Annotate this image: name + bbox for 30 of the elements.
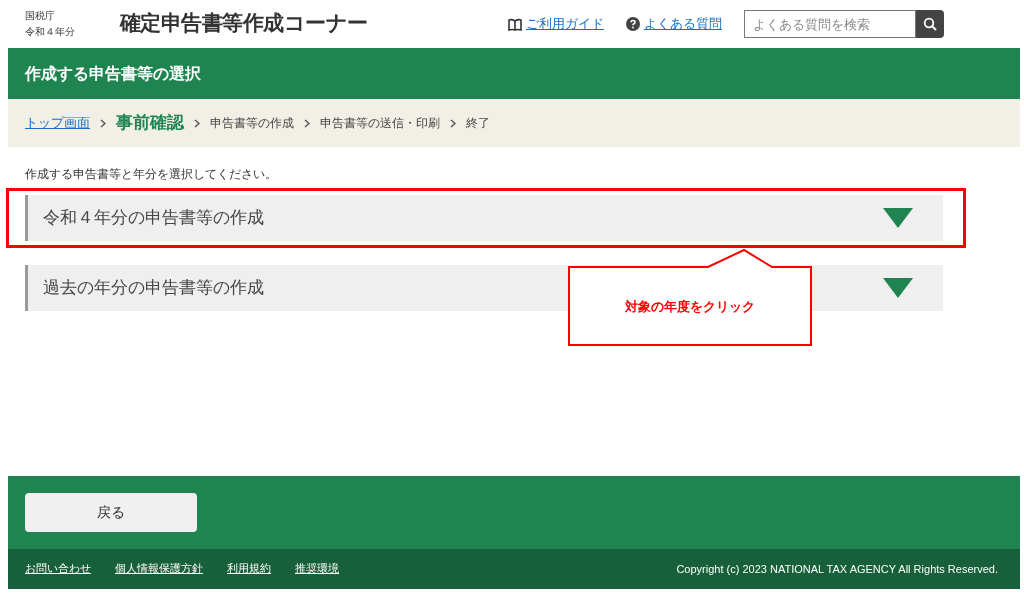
breadcrumb-link[interactable]: トップ画面 [25,113,90,133]
footer-link[interactable]: お問い合わせ [25,560,91,578]
breadcrumb-step: 事前確認 [116,110,184,136]
footer-link[interactable]: 個人情報保護方針 [115,560,203,578]
question-icon [626,17,640,31]
footer-link[interactable]: 利用規約 [227,560,271,578]
book-icon [508,17,522,31]
copyright-text: Copyright (c) 2023 NATIONAL TAX AGENCY All Rights Reserved. [676,561,998,577]
caret-icon [883,208,913,228]
instruction-text: 作成する申告書等と年分を選択してください。 [25,166,278,183]
breadcrumb-step: 申告書等の送信・印刷 [320,114,440,132]
accordion-header[interactable]: 令和４年分の申告書等の作成 [25,195,943,241]
search-icon [923,17,937,31]
back-button[interactable]: 戻る [25,493,197,532]
header-link[interactable]: よくある質問 [644,14,722,34]
tax-year: 令和４年分 [25,25,76,39]
header-link[interactable]: ご利用ガイド [526,14,604,34]
footer-link[interactable]: 推奨環境 [295,560,339,578]
breadcrumb-step: 申告書等の作成 [210,114,294,132]
search-field[interactable]: よくある質問を検索 [744,10,916,38]
chevron-icon [194,118,200,128]
agency-name: 国税庁 [25,9,56,23]
breadcrumb-step: 終了 [466,114,490,132]
chevron-icon [100,118,106,128]
caret-icon [883,278,913,298]
chevron-icon [450,118,456,128]
chevron-icon [304,118,310,128]
search-button[interactable] [916,10,944,38]
site-title: 確定申告書等作成コーナー [120,10,368,38]
page-title: 作成する申告書等の選択 [25,62,201,85]
